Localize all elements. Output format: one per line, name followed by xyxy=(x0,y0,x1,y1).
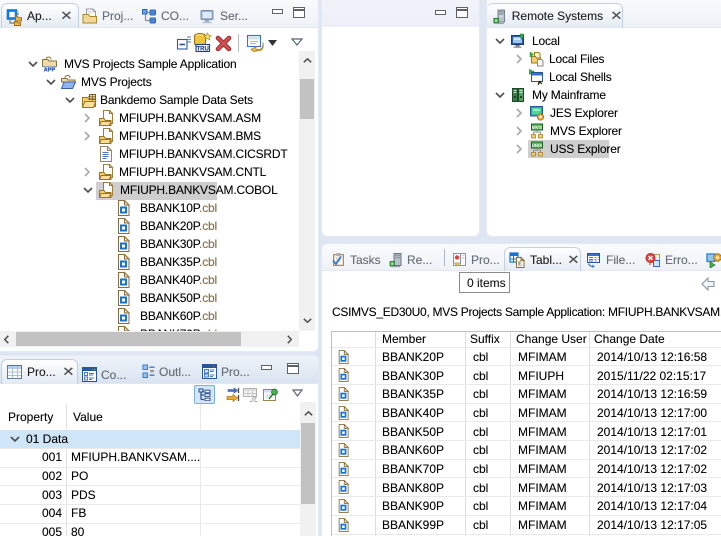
svg-text:UNIX: UNIX xyxy=(532,143,543,148)
svg-text:E: E xyxy=(518,261,522,268)
svg-text:APP: APP xyxy=(44,68,56,72)
